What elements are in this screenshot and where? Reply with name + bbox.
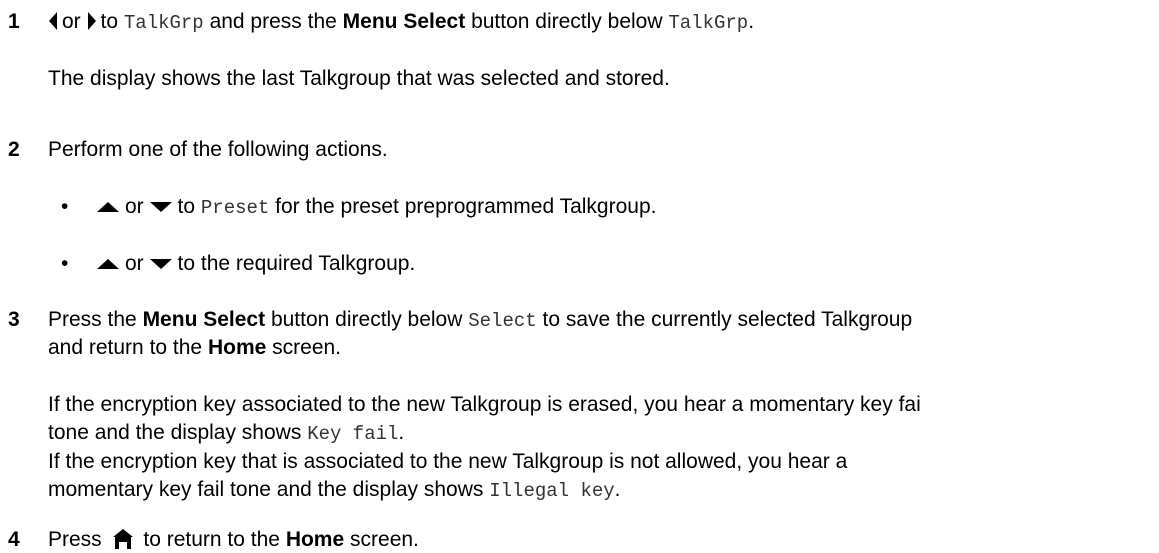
step-3-text-a: button directly below [270, 308, 463, 331]
step-2-number: 2 [8, 138, 20, 161]
step-3-note-1-period: . [398, 421, 405, 444]
bullet-2-dot: • [61, 252, 69, 275]
step-1-or: or [62, 10, 81, 33]
step-1-number: 1 [8, 10, 20, 33]
step-3-note-2-line-1: If the encryption key that is associated… [48, 450, 848, 473]
bullet-2-or: or [125, 252, 144, 275]
bullet-1-to: to [177, 195, 196, 218]
menu-item-talkgrp-2: TalkGrp [668, 12, 749, 34]
bullet-1: or to Preset for the preset preprogramme… [97, 194, 656, 221]
step-1-to: to [100, 10, 119, 33]
menu-item-talkgrp: TalkGrp [123, 12, 204, 34]
step-3-line-1: Press the Menu Select button directly be… [48, 307, 912, 334]
nav-down-icon [149, 259, 172, 270]
bullet-2-rest: to the required Talkgroup. [177, 252, 416, 275]
step-4-text-b: screen. [350, 528, 419, 551]
bullet-1-rest: for the preset preprogrammed Talkgroup. [275, 195, 657, 218]
step-3-note-2-text: momentary key fail tone and the display … [48, 478, 484, 501]
step-2-text: Perform one of the following actions. [48, 138, 388, 161]
step-1-line: or to TalkGrp and press the Menu Select … [48, 9, 754, 36]
home-screen-label: Home [285, 528, 345, 551]
menu-item-preset: Preset [200, 197, 270, 219]
home-screen-label: Home [207, 336, 267, 359]
step-4-number: 4 [8, 528, 20, 551]
menu-select-button-label: Menu Select [142, 308, 266, 331]
step-4-line: Press to return to the Home screen. [48, 527, 419, 553]
step-1-text-a: and press the [209, 10, 337, 33]
step-1-period: . [748, 10, 755, 33]
step-3-text-b: to save the currently selected Talkgroup [542, 308, 913, 331]
step-3-note-1-line-2: tone and the display shows Key fail. [48, 420, 404, 447]
nav-right-icon [87, 12, 96, 30]
nav-up-icon [97, 259, 119, 270]
menu-select-button-label: Menu Select [342, 10, 466, 33]
step-4-press: Press [48, 528, 102, 551]
bullet-2: or to the required Talkgroup. [97, 251, 415, 277]
step-4-text-a: to return to the [143, 528, 280, 551]
step-1-note: The display shows the last Talkgroup tha… [48, 67, 670, 90]
display-illegal-key: Illegal key [489, 480, 615, 502]
display-key-fail: Key fail [307, 423, 399, 445]
step-3-press: Press the [48, 308, 137, 331]
step-3-note-1-line-1: If the encryption key associated to the … [48, 393, 921, 416]
bullet-1-dot: • [61, 195, 69, 218]
nav-left-icon [49, 12, 57, 30]
step-3-note-2-period: . [614, 478, 621, 501]
step-3-number: 3 [8, 308, 20, 331]
bullet-1-or: or [125, 195, 144, 218]
nav-up-icon [97, 202, 119, 213]
step-3-line2-a: and return to the [48, 336, 203, 359]
step-3-line2-b: screen. [272, 336, 342, 359]
step-1-text-b: button directly below [471, 10, 663, 33]
step-3-line-2: and return to the Home screen. [48, 335, 341, 361]
step-3-note-1-text: tone and the display shows [48, 421, 302, 444]
nav-down-icon [149, 202, 172, 213]
menu-item-select: Select [468, 310, 537, 332]
home-icon [112, 529, 133, 549]
step-3-note-2-line-2: momentary key fail tone and the display … [48, 477, 621, 504]
